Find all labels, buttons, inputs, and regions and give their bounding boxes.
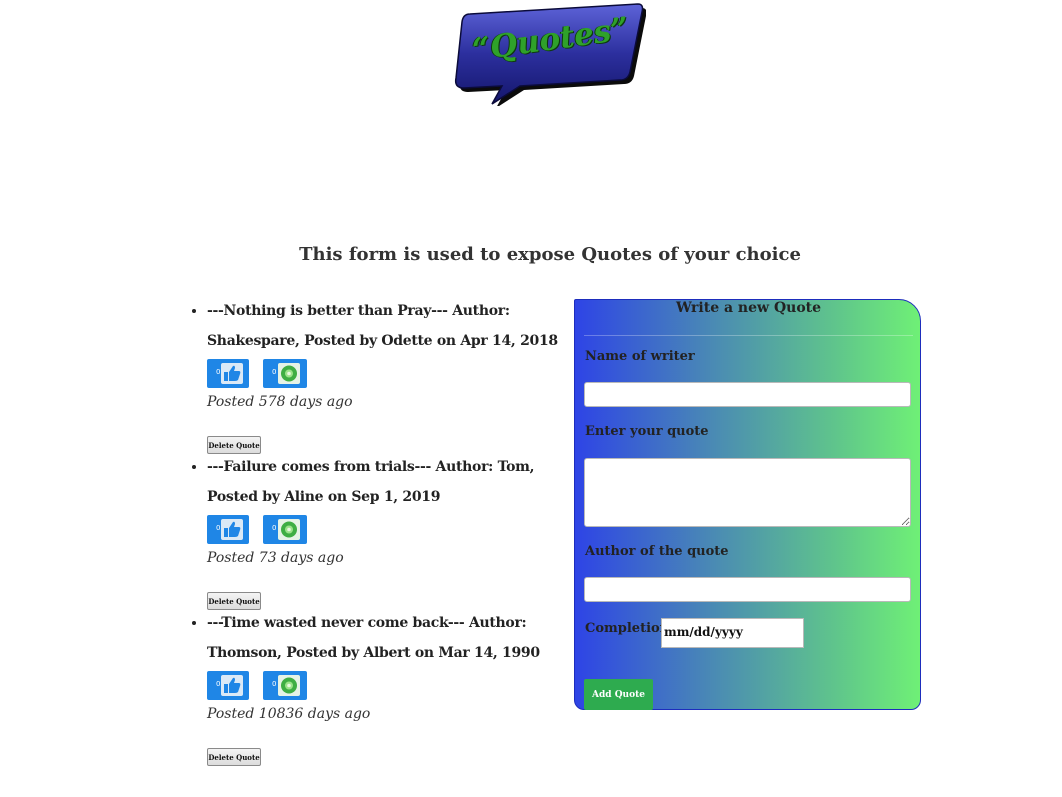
dislike-button[interactable]: 0	[263, 359, 307, 388]
list-item: ---Nothing is better than Pray--- Author…	[185, 296, 560, 454]
new-quote-form: Write a new Quote Name of writer Enter y…	[574, 299, 921, 710]
like-count: 0	[216, 368, 221, 376]
like-count: 0	[216, 680, 221, 688]
like-button[interactable]: 0	[207, 515, 249, 544]
quotes-logo: “Quotes”	[446, 0, 647, 108]
quote-label: Enter your quote	[585, 424, 709, 439]
posted-ago: Posted 578 days ago	[207, 394, 353, 410]
quote-text: ---Time wasted never come back--- Author…	[207, 615, 540, 661]
form-divider	[584, 335, 913, 336]
quote-text: ---Failure comes from trials--- Author: …	[207, 459, 535, 505]
dislike-count: 0	[272, 680, 277, 688]
dislike-orb-icon	[278, 519, 300, 540]
dislike-button[interactable]: 0	[263, 671, 307, 700]
thumbs-up-icon	[221, 363, 243, 384]
dislike-orb-icon	[278, 363, 300, 384]
delete-quote-button[interactable]: Delete Quote	[207, 748, 261, 766]
dislike-count: 0	[272, 524, 277, 532]
list-item: ---Time wasted never come back--- Author…	[185, 608, 560, 766]
author-label: Author of the quote	[585, 544, 729, 559]
thumbs-up-icon	[221, 519, 243, 540]
add-quote-button[interactable]: Add Quote	[584, 679, 653, 710]
page-heading: This form is used to expose Quotes of yo…	[299, 244, 801, 265]
form-title: Write a new Quote	[675, 300, 822, 316]
writer-label: Name of writer	[585, 349, 695, 364]
quote-textarea[interactable]	[584, 458, 911, 527]
completion-label: Completion	[585, 621, 670, 636]
posted-ago: Posted 10836 days ago	[207, 706, 371, 722]
quote-list: ---Nothing is better than Pray--- Author…	[185, 296, 560, 766]
dislike-button[interactable]: 0	[263, 515, 307, 544]
writer-input[interactable]	[584, 382, 911, 407]
list-item: ---Failure comes from trials--- Author: …	[185, 452, 560, 610]
like-count: 0	[216, 524, 221, 532]
posted-ago: Posted 73 days ago	[207, 550, 344, 566]
like-button[interactable]: 0	[207, 671, 249, 700]
dislike-orb-icon	[278, 675, 300, 696]
author-input[interactable]	[584, 577, 911, 602]
like-button[interactable]: 0	[207, 359, 249, 388]
completion-date-input[interactable]: mm/dd/yyyy	[661, 618, 804, 648]
dislike-count: 0	[272, 368, 277, 376]
thumbs-up-icon	[221, 675, 243, 696]
quote-text: ---Nothing is better than Pray--- Author…	[207, 303, 558, 349]
